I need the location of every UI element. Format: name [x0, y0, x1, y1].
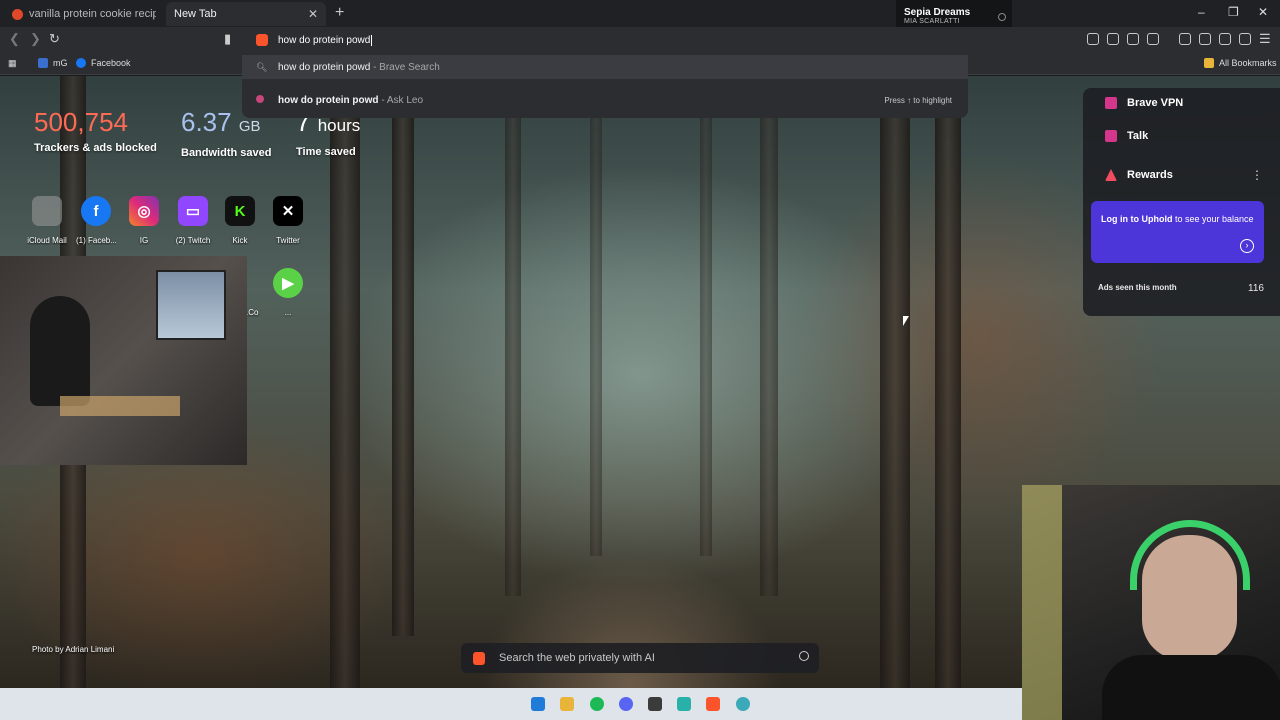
video-camera-icon	[1105, 130, 1117, 142]
brave-shield-icon[interactable]	[256, 34, 268, 46]
bookmark-icon[interactable]: ▮	[224, 31, 231, 47]
reload-icon[interactable]: ↻	[49, 31, 60, 47]
all-bookmarks-folder[interactable]: All Bookmarks	[1204, 58, 1277, 68]
ai-search-bar[interactable]: Search the web privately with AI	[461, 643, 819, 673]
forward-icon[interactable]: ❯	[30, 31, 41, 47]
more-options-icon[interactable]: ⋮	[1251, 168, 1263, 182]
extension-icon[interactable]	[1087, 33, 1099, 45]
close-window-icon[interactable]: ✕	[1258, 5, 1268, 19]
bandwidth-unit: GB	[238, 118, 261, 135]
leo-icon	[256, 95, 268, 105]
song-artist: MIA SCARLATTI	[904, 18, 960, 25]
omnibox-dropdown: 🔍︎ how do protein powd - Brave Search ho…	[242, 53, 968, 118]
menu-icon[interactable]: ☰	[1259, 31, 1271, 47]
trackers-label: Trackers & ads blocked	[34, 142, 157, 154]
search-icon[interactable]	[799, 651, 809, 661]
brave-widgets-panel: Brave VPN Talk Rewards ⋮ Log in to Uphol…	[1083, 88, 1280, 316]
app-icon[interactable]	[677, 697, 691, 711]
discord-icon[interactable]	[619, 697, 633, 711]
brave-favicon-icon	[12, 8, 23, 20]
suggestion-brave-search[interactable]: 🔍︎ how do protein powd - Brave Search	[242, 55, 968, 79]
tab-recipes[interactable]: vanilla protein cookie recipes - Brave	[4, 2, 164, 26]
kick-icon: K	[225, 196, 255, 226]
rewards-widget-title: Rewards	[1105, 169, 1173, 181]
folder-icon	[1204, 58, 1214, 68]
vpn-icon[interactable]	[1239, 33, 1251, 45]
icloud-icon	[32, 196, 62, 226]
tab-title: New Tab	[174, 8, 217, 20]
time-label: Time saved	[296, 146, 356, 158]
address-bar[interactable]: how do protein powd	[242, 29, 968, 51]
sidebar-icon[interactable]	[1179, 33, 1191, 45]
tab-strip: vanilla protein cookie recipes - Brave N…	[0, 0, 1280, 37]
x-icon: ✕	[273, 196, 303, 226]
webcam-overlay-face	[1022, 485, 1280, 720]
back-icon[interactable]: ❮	[9, 31, 20, 47]
top-site-instagram[interactable]: ◎ IG	[124, 196, 164, 245]
windows-taskbar	[0, 688, 1022, 720]
top-site-twitter[interactable]: ✕ Twitter	[268, 196, 308, 245]
search-icon: 🔍︎	[256, 61, 268, 72]
trackers-count: 500,754	[34, 107, 128, 137]
time-unit: hours	[317, 116, 361, 135]
instagram-icon: ◎	[129, 196, 159, 226]
brave-lion-icon	[473, 651, 485, 665]
app-icon[interactable]	[648, 697, 662, 711]
suggestion-ask-leo[interactable]: how do protein powd - Ask Leo Press ↑ to…	[242, 88, 968, 112]
music-icon	[998, 13, 1006, 21]
arrow-right-icon[interactable]: ›	[1240, 239, 1254, 253]
top-site-play[interactable]: ▶ ...	[268, 268, 308, 317]
facebook-icon	[76, 58, 86, 68]
play-icon: ▶	[273, 268, 303, 298]
file-explorer-icon[interactable]	[560, 697, 574, 711]
bookmark-mg[interactable]: mG	[38, 58, 68, 68]
ads-seen-row: Ads seen this month 116	[1098, 283, 1264, 294]
top-site-twitch[interactable]: ▭ (2) Twitch	[173, 196, 213, 245]
windows-start-icon[interactable]	[531, 697, 545, 711]
address-input[interactable]: how do protein powd	[278, 35, 370, 46]
bookmark-facebook[interactable]: Facebook	[76, 58, 131, 68]
tab-title: vanilla protein cookie recipes - Brave	[29, 8, 156, 20]
uphold-login-card[interactable]: Log in to Uphold to see your balance ›	[1091, 201, 1264, 263]
twitch-icon: ▭	[178, 196, 208, 226]
minimize-icon[interactable]: –	[1198, 5, 1205, 19]
rewards-triangle-icon	[1105, 169, 1117, 181]
close-tab-icon[interactable]: ✕	[308, 7, 318, 21]
ai-search-placeholder[interactable]: Search the web privately with AI	[499, 652, 655, 664]
tab-new-tab[interactable]: New Tab ✕	[166, 2, 326, 26]
highlight-hint: Press ↑ to highlight	[884, 95, 952, 105]
bookmark-favicon-icon	[38, 58, 48, 68]
talk-widget[interactable]: Talk	[1105, 130, 1148, 142]
top-site-icloud[interactable]: iCloud Mail	[27, 196, 67, 245]
top-site-facebook[interactable]: f (1) Faceb...	[76, 196, 116, 245]
apps-icon[interactable]: ▦	[8, 58, 17, 69]
new-tab-button[interactable]: +	[335, 4, 344, 22]
cursor-icon	[903, 316, 909, 326]
bandwidth-label: Bandwidth saved	[181, 147, 272, 159]
facebook-icon: f	[81, 196, 111, 226]
rewards-icon[interactable]	[1219, 33, 1231, 45]
trackers-stat: 500,754 Trackers & ads blocked	[34, 106, 157, 154]
vpn-shield-icon	[1105, 97, 1117, 109]
spotify-icon[interactable]	[590, 697, 604, 711]
leo-icon[interactable]	[1199, 33, 1211, 45]
top-site-kick[interactable]: K Kick	[220, 196, 260, 245]
brave-browser-icon[interactable]	[706, 697, 720, 711]
app-icon[interactable]	[736, 697, 750, 711]
webcam-overlay-room	[0, 256, 247, 465]
brave-vpn-widget[interactable]: Brave VPN	[1105, 97, 1183, 109]
photo-credit[interactable]: Photo by Adrian Limani	[32, 645, 114, 654]
extension-icon[interactable]	[1107, 33, 1119, 45]
restore-icon[interactable]: ❐	[1228, 5, 1239, 19]
song-title: Sepia Dreams	[904, 7, 971, 18]
bandwidth-value: 6.37	[181, 107, 232, 137]
wallet-icon[interactable]	[1147, 33, 1159, 45]
puzzle-icon[interactable]	[1127, 33, 1139, 45]
